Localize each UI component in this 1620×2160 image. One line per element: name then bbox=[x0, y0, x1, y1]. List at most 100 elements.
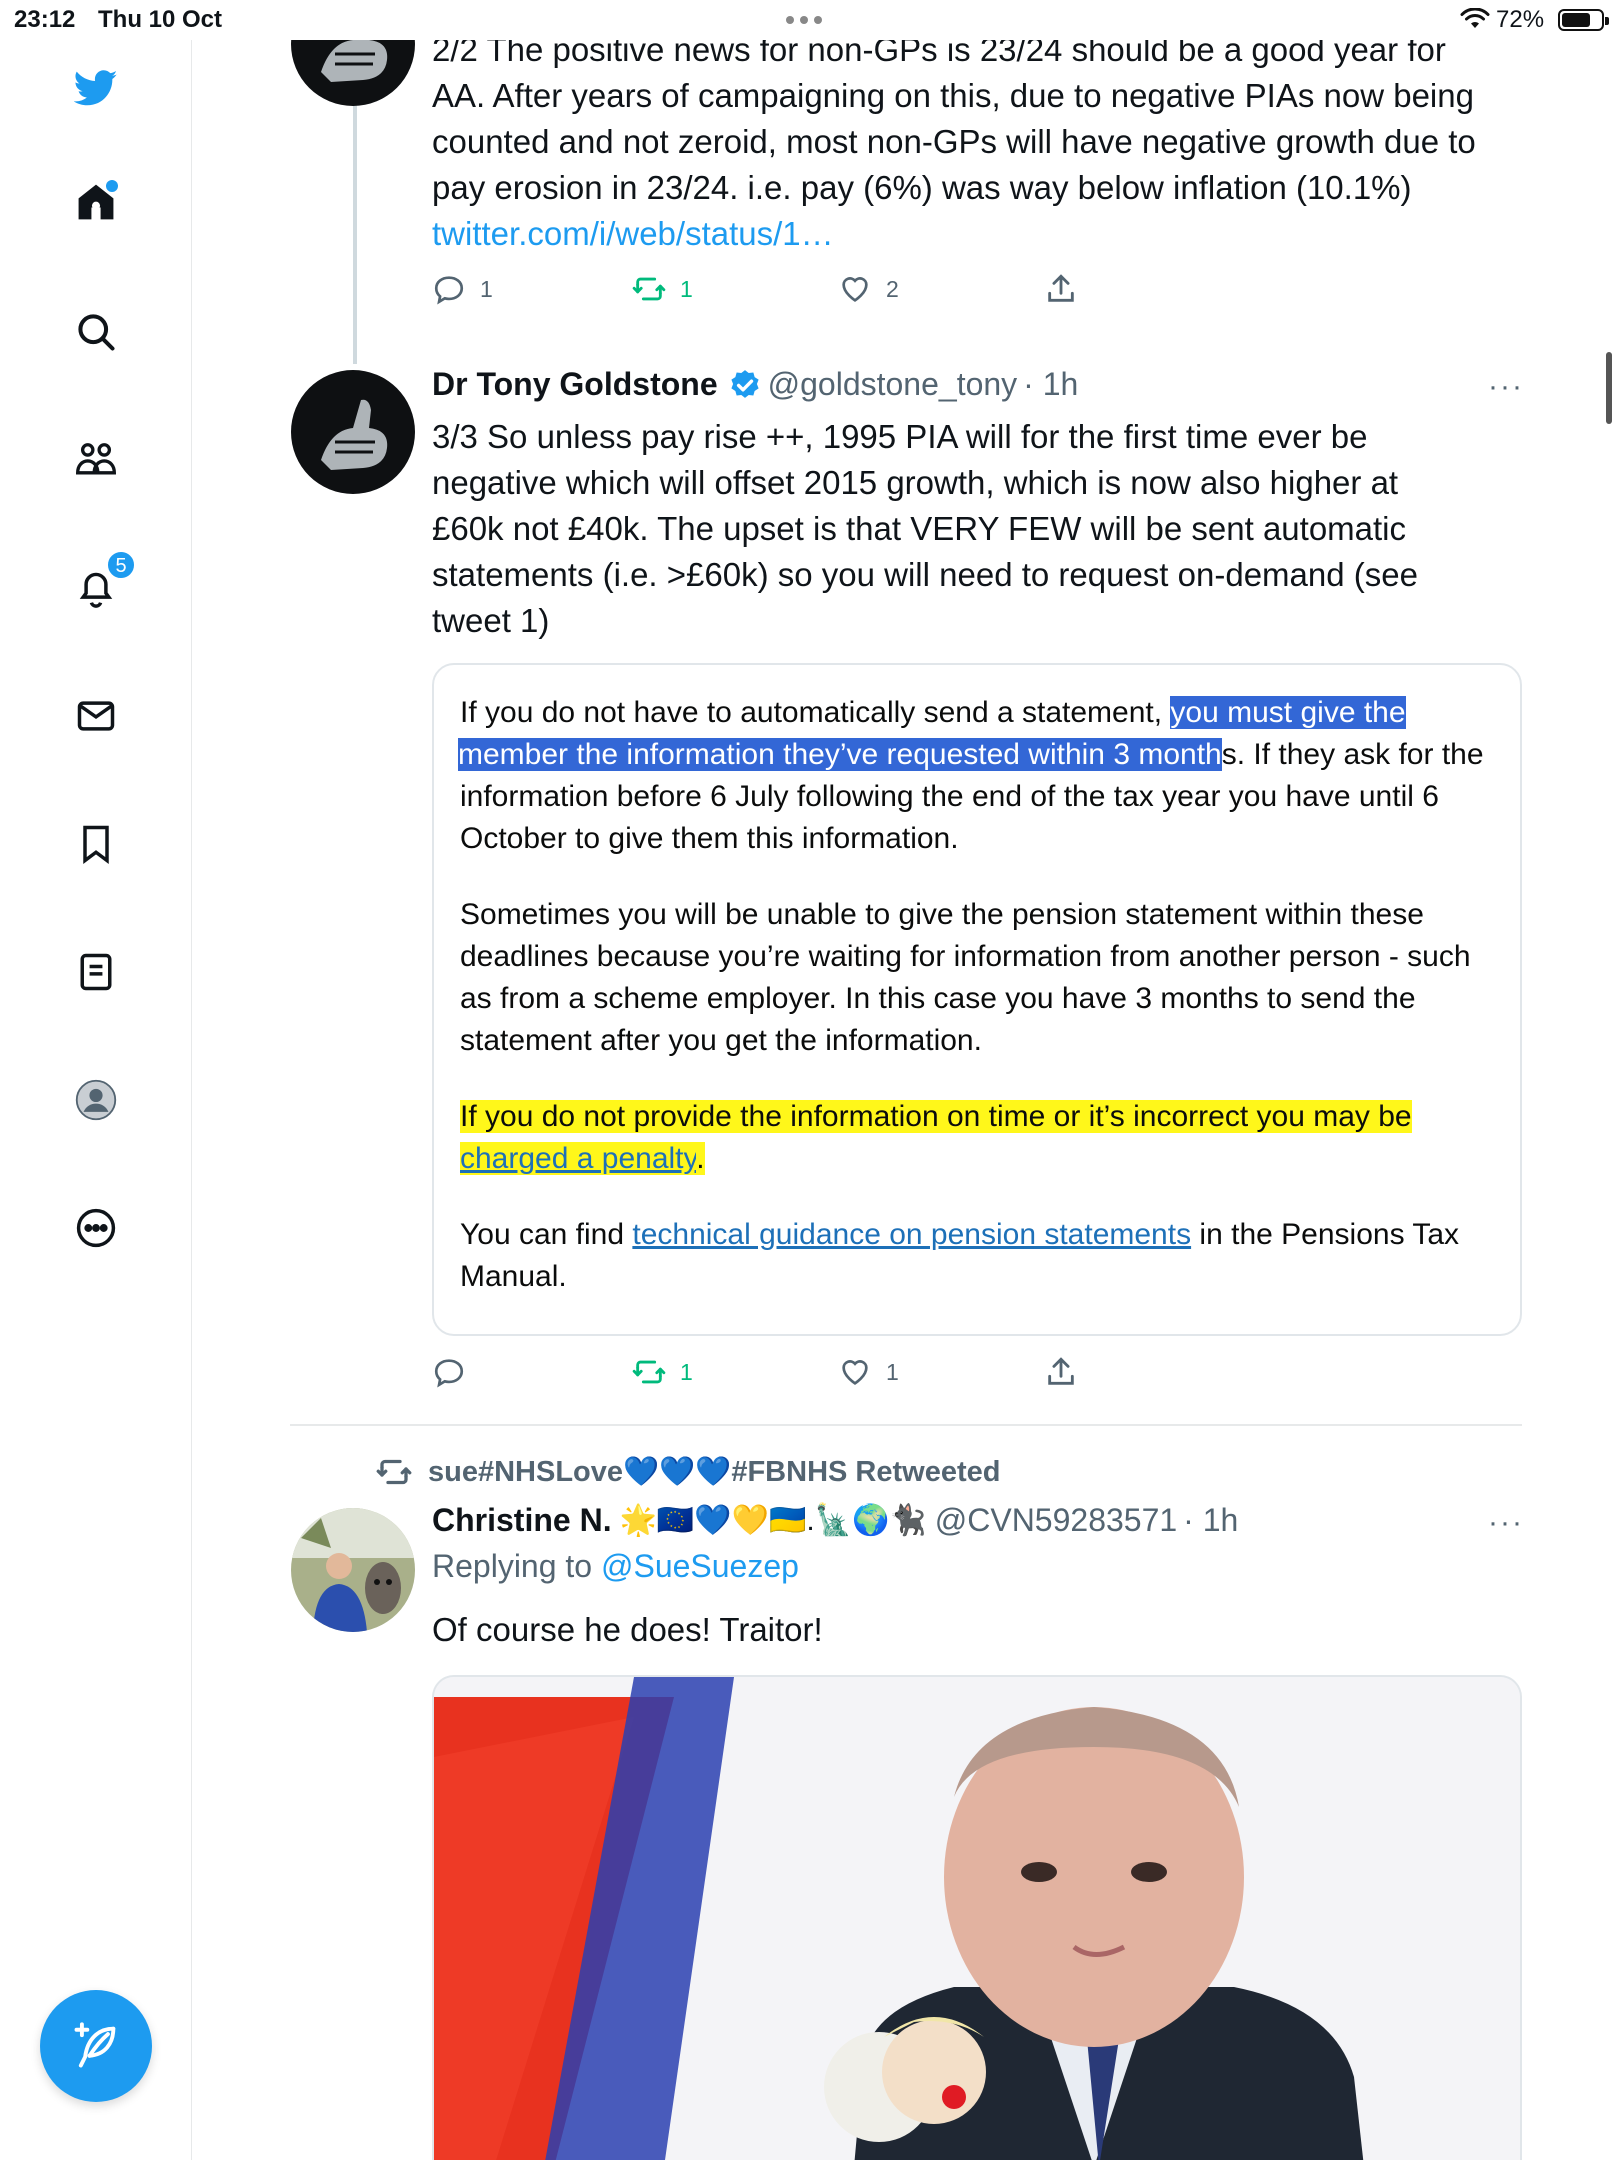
share-button[interactable] bbox=[1044, 272, 1078, 306]
tweet-1-text-line: counted and not zeroid, most non-GPs wil… bbox=[432, 123, 1476, 160]
tweet-more-menu-icon[interactable]: ··· bbox=[1488, 370, 1524, 404]
retweet-icon bbox=[632, 277, 666, 301]
card-paragraph-2-line: statement after you get the information. bbox=[460, 1024, 982, 1057]
tweet-divider bbox=[290, 1424, 1522, 1426]
scroll-indicator[interactable] bbox=[1606, 352, 1612, 424]
bookmarks-icon[interactable] bbox=[72, 820, 120, 868]
retweet-count: 1 bbox=[680, 275, 693, 302]
card-paragraph-1-line-4: October to give them this information. bbox=[460, 822, 959, 855]
tweet-2-text-line: tweet 1) bbox=[432, 602, 550, 639]
reply-button[interactable] bbox=[432, 1355, 480, 1389]
more-options-icon[interactable] bbox=[72, 1204, 120, 1252]
wifi-icon bbox=[1460, 8, 1490, 28]
card-paragraph-1-line-3: information before 6 July following the … bbox=[460, 780, 1439, 813]
highlighted-text: If you do not provide the information on… bbox=[460, 1100, 1412, 1133]
tweet-photo[interactable] bbox=[432, 1675, 1522, 2160]
tweet-more-menu-icon[interactable]: ··· bbox=[1488, 1506, 1524, 1540]
card-paragraph-1-line-1: If you do not have to automatically send… bbox=[460, 692, 1520, 734]
thread-line bbox=[353, 96, 357, 364]
retweet-button[interactable]: 1 bbox=[632, 1355, 693, 1389]
tweet-2-actions: 1 1 bbox=[432, 1355, 1092, 1395]
card-text: If you do not have to automatically send… bbox=[460, 696, 1171, 729]
card-paragraph-3-line-2: charged a penalty. bbox=[460, 1138, 1520, 1180]
tweet-2-text-line: statements (i.e. >£60k) so you will need… bbox=[432, 556, 1418, 593]
card-paragraph-2-line: as from a scheme employer. In this case … bbox=[460, 982, 1416, 1015]
share-icon bbox=[1048, 274, 1074, 302]
tweet-avatar[interactable] bbox=[291, 370, 415, 494]
battery-icon bbox=[1558, 9, 1609, 31]
compose-tweet-button[interactable] bbox=[40, 1990, 152, 2102]
compose-feather-icon bbox=[74, 2022, 116, 2068]
reply-count: 1 bbox=[480, 275, 493, 302]
verified-badge-icon bbox=[731, 369, 759, 398]
tweet-avatar[interactable] bbox=[291, 1508, 415, 1632]
status-time: 23:12 bbox=[14, 6, 76, 33]
like-button[interactable]: 2 bbox=[838, 272, 899, 306]
card-text: You can find bbox=[460, 1218, 633, 1251]
penalty-link: charged a penalty bbox=[460, 1142, 697, 1175]
replying-to-label: Replying to bbox=[432, 1548, 601, 1584]
card-text: s. If they ask for the bbox=[1221, 738, 1484, 771]
author-name[interactable]: Dr Tony Goldstone bbox=[432, 366, 718, 403]
share-icon bbox=[1048, 1357, 1074, 1385]
tweet-1-text-line: pay erosion in 23/24. i.e. pay (6%) was … bbox=[432, 169, 1412, 206]
tweet-image-card[interactable]: If you do not have to automatically send… bbox=[432, 663, 1522, 1336]
communities-icon[interactable] bbox=[72, 436, 120, 484]
card-paragraph-1-line-2: member the information they’ve requested… bbox=[458, 734, 1520, 776]
messages-icon[interactable] bbox=[72, 692, 120, 740]
battery-percentage: 72% bbox=[1496, 6, 1545, 33]
profile-icon[interactable] bbox=[72, 1076, 120, 1124]
twitter-logo-icon[interactable] bbox=[72, 64, 120, 112]
like-count: 2 bbox=[886, 275, 899, 302]
like-heart-icon bbox=[842, 1360, 868, 1385]
replying-to-handle[interactable]: @SueSuezep bbox=[601, 1548, 799, 1584]
author-name[interactable]: Christine N. bbox=[432, 1502, 612, 1539]
tweet-2-text-line: negative which will offset 2015 growth, … bbox=[432, 464, 1399, 501]
reply-icon bbox=[434, 1359, 464, 1388]
card-paragraph-2-line: deadlines because you’re waiting for inf… bbox=[460, 940, 1471, 973]
selected-text: you must give the bbox=[1170, 696, 1406, 729]
reply-button[interactable]: 1 bbox=[432, 272, 493, 306]
author-handle[interactable]: @goldstone_tony bbox=[768, 366, 1018, 403]
notifications-icon[interactable]: 5 bbox=[72, 550, 136, 612]
like-heart-icon bbox=[842, 277, 868, 302]
like-button[interactable]: 1 bbox=[838, 1355, 899, 1389]
tweet-2-text-line: £60k not £40k. The upset is that VERY FE… bbox=[432, 510, 1407, 547]
tweet-3-text: Of course he does! Traitor! bbox=[432, 1611, 823, 1648]
like-count: 1 bbox=[886, 1358, 899, 1385]
tweet-time: · 1h bbox=[1183, 1502, 1239, 1538]
highlighted-text: . bbox=[696, 1142, 705, 1175]
card-paragraph-2-line: Sometimes you will be unable to give the… bbox=[460, 898, 1424, 931]
home-new-indicator bbox=[106, 180, 118, 192]
selected-text: member the information they’ve requested… bbox=[458, 738, 1222, 771]
retweet-icon bbox=[376, 1459, 412, 1485]
search-icon[interactable] bbox=[72, 308, 120, 356]
lists-icon[interactable] bbox=[72, 948, 120, 996]
author-name-emojis: 🌟🇪🇺💙💛🇺🇦.🗽🌍🐈‍⬛ bbox=[619, 1504, 927, 1537]
card-paragraph-3-line-1: If you do not provide the information on… bbox=[460, 1096, 1520, 1138]
tweet-1-actions: 1 1 2 bbox=[432, 272, 1092, 312]
card-paragraph-4-line-1: You can find technical guidance on pensi… bbox=[460, 1214, 1520, 1256]
retweeted-by-label[interactable]: sue#NHSLove💙💙💙#FBNHS Retweeted bbox=[428, 1455, 1000, 1489]
notification-count-badge: 5 bbox=[106, 550, 136, 580]
status-bar: 23:12 Thu 10 Oct 72% bbox=[0, 0, 1620, 40]
tweet-2-text-line: 3/3 So unless pay rise ++, 1995 PIA will… bbox=[432, 418, 1368, 455]
retweet-button[interactable]: 1 bbox=[632, 272, 693, 306]
retweeted-by-row: sue#NHSLove💙💙💙#FBNHS Retweeted bbox=[376, 1454, 1000, 1490]
multitasking-dots-icon[interactable] bbox=[786, 16, 822, 24]
reply-icon bbox=[434, 276, 464, 305]
tweet-time: · 1h bbox=[1023, 366, 1079, 402]
tweet-1-text-line: AA. After years of campaigning on this, … bbox=[432, 77, 1474, 114]
tweet-1-link[interactable]: twitter.com/i/web/status/1… bbox=[432, 211, 1532, 257]
card-paragraph-4-line-2: Manual. bbox=[460, 1260, 567, 1293]
retweet-count: 1 bbox=[680, 1358, 693, 1385]
sidebar: 5 bbox=[0, 0, 192, 2160]
author-handle[interactable]: @CVN59283571 bbox=[935, 1502, 1177, 1539]
retweet-icon bbox=[632, 1360, 666, 1384]
card-text: in the Pensions Tax bbox=[1191, 1218, 1460, 1251]
share-button[interactable] bbox=[1044, 1355, 1078, 1389]
home-icon[interactable] bbox=[72, 178, 120, 226]
replying-to-row: Replying to @SueSuezep bbox=[432, 1548, 799, 1585]
status-date: Thu 10 Oct bbox=[98, 6, 223, 33]
technical-guidance-link: technical guidance on pension statements bbox=[632, 1218, 1192, 1251]
